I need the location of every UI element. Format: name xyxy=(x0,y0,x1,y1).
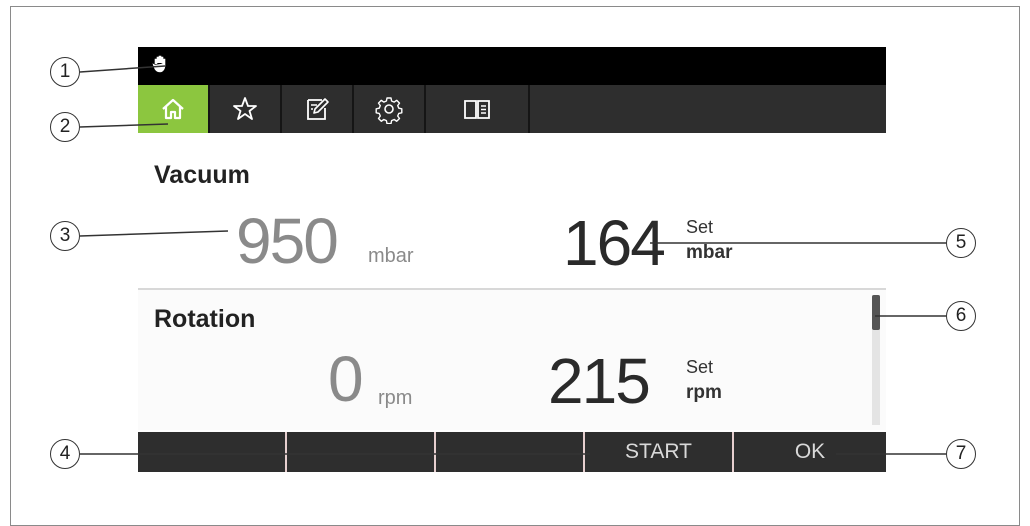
callout-2: 2 xyxy=(50,112,80,142)
callout-1: 1 xyxy=(50,57,80,87)
callout-leader-lines xyxy=(79,65,946,455)
callout-6: 6 xyxy=(946,301,976,331)
callout-7: 7 xyxy=(946,439,976,469)
callout-4: 4 xyxy=(50,439,80,469)
callout-5: 5 xyxy=(946,228,976,258)
callout-3: 3 xyxy=(50,221,80,251)
